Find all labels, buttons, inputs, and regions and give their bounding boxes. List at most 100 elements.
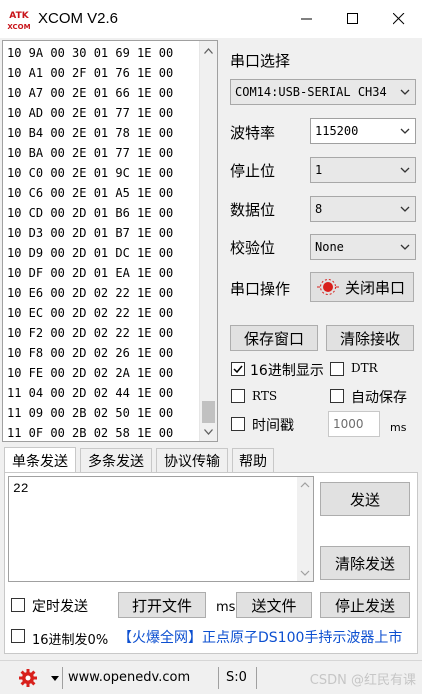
- stopbits-label: 停止位: [230, 162, 276, 180]
- receive-text: 10 9A 00 30 01 69 1E 00 10 A1 00 2F 01 76…: [7, 43, 174, 441]
- receive-line: 10 BA 00 2E 01 77 1E 00: [7, 146, 174, 160]
- baud-select[interactable]: 115200: [310, 118, 416, 144]
- status-separator: [256, 667, 257, 689]
- ad-link[interactable]: 【火爆全网】正点原子DS100手持示波器上市: [118, 627, 402, 647]
- receive-line: 10 A7 00 2E 01 66 1E 00: [7, 86, 174, 100]
- tab-single-send[interactable]: 单条发送: [4, 447, 76, 473]
- send-button[interactable]: 发送: [320, 482, 410, 516]
- port-op-label: 串口操作: [230, 280, 291, 298]
- receive-line: 10 F8 00 2D 02 26 1E 00: [7, 346, 174, 360]
- rts-checkbox[interactable]: [231, 389, 245, 403]
- dtr-checkbox[interactable]: [330, 362, 344, 376]
- send-file-button[interactable]: 送文件: [236, 592, 312, 618]
- stopbits-value: 1: [315, 163, 323, 177]
- status-separator: [218, 667, 219, 689]
- website-url[interactable]: www.openedv.com: [68, 670, 190, 685]
- close-window-button[interactable]: [376, 0, 422, 38]
- maximize-button[interactable]: [330, 0, 376, 38]
- databits-label: 数据位: [230, 201, 276, 219]
- receive-line: 10 EC 00 2D 02 22 1E 00: [7, 306, 174, 320]
- chevron-down-icon: [400, 89, 410, 95]
- maximize-icon: [347, 13, 358, 24]
- timestamp-interval-input[interactable]: 1000: [328, 411, 380, 437]
- receive-line: 10 DF 00 2D 01 EA 1E 00: [7, 266, 174, 280]
- chevron-down-icon: [400, 244, 410, 250]
- parity-select[interactable]: None: [310, 234, 416, 260]
- auto-save-checkbox[interactable]: [330, 389, 344, 403]
- stopbits-select[interactable]: 1: [310, 157, 416, 183]
- tab-protocol[interactable]: 协议传输: [156, 448, 228, 472]
- close-port-button[interactable]: 关闭串口: [310, 272, 414, 302]
- timestamp-label: 时间戳: [252, 418, 294, 434]
- hex-display-label: 16进制显示: [250, 363, 324, 379]
- hex-send-checkbox[interactable]: [11, 629, 25, 643]
- watermark: CSDN @红民有课: [309, 673, 416, 688]
- chevron-down-icon: [400, 167, 410, 173]
- timed-send-checkbox[interactable]: [11, 598, 25, 612]
- app-logo-icon: ATK XCOM: [6, 7, 32, 33]
- parity-value: None: [315, 240, 344, 254]
- settings-gear-icon[interactable]: [18, 668, 38, 688]
- scroll-up-icon[interactable]: [200, 42, 217, 59]
- open-file-button[interactable]: 打开文件: [118, 592, 206, 618]
- port-label: 串口选择: [230, 52, 291, 70]
- timed-send-ms-unit: ms: [216, 600, 236, 615]
- baud-value: 115200: [315, 124, 359, 138]
- svg-text:ATK: ATK: [9, 11, 29, 21]
- scroll-down-icon[interactable]: [200, 423, 217, 440]
- receive-line: 10 B4 00 2E 01 78 1E 00: [7, 126, 174, 140]
- receive-area[interactable]: 10 9A 00 30 01 69 1E 00 10 A1 00 2F 01 76…: [2, 40, 218, 442]
- title-bar: ATK XCOM XCOM V2.6: [0, 0, 422, 38]
- close-icon: [393, 13, 405, 25]
- chevron-down-icon: [400, 206, 410, 212]
- receive-line: 10 A1 00 2F 01 76 1E 00: [7, 66, 174, 80]
- rts-label: RTS: [252, 389, 278, 403]
- databits-select[interactable]: 8: [310, 196, 416, 222]
- scroll-down-icon[interactable]: [297, 567, 313, 579]
- receive-line: 11 09 00 2B 02 50 1E 00: [7, 406, 174, 420]
- receive-line: 10 E6 00 2D 02 22 1E 00: [7, 286, 174, 300]
- send-count: S:0: [226, 670, 247, 685]
- receive-line: 11 04 00 2D 02 44 1E 00: [7, 386, 174, 400]
- port-select[interactable]: COM14:USB-SERIAL CH34: [230, 79, 416, 105]
- send-scrollbar[interactable]: [297, 477, 313, 581]
- minimize-icon: [301, 18, 312, 20]
- receive-line: 10 CD 00 2D 01 B6 1E 00: [7, 206, 174, 220]
- stop-send-button[interactable]: 停止发送: [320, 592, 410, 618]
- receive-line: 10 FE 00 2D 02 2A 1E 00: [7, 366, 174, 380]
- tab-multi-send[interactable]: 多条发送: [80, 448, 152, 472]
- scroll-up-icon[interactable]: [297, 479, 313, 491]
- status-bar: www.openedv.com S:0 CSDN @红民有课: [0, 660, 422, 694]
- close-port-label: 关闭串口: [345, 278, 406, 297]
- timestamp-checkbox[interactable]: [231, 417, 245, 431]
- check-icon: [233, 365, 243, 374]
- clear-receive-button[interactable]: 清除接收: [326, 325, 414, 351]
- parity-label: 校验位: [230, 239, 276, 257]
- save-window-button[interactable]: 保存窗口: [230, 325, 318, 351]
- window-title: XCOM V2.6: [38, 10, 119, 27]
- clear-send-button[interactable]: 清除发送: [320, 546, 410, 580]
- dropdown-arrow-icon[interactable]: [51, 676, 59, 682]
- tab-help[interactable]: 帮助: [232, 448, 274, 472]
- send-input[interactable]: 22: [8, 476, 314, 582]
- timed-send-label: 定时发送: [32, 599, 88, 615]
- databits-value: 8: [315, 202, 323, 216]
- receive-scrollbar[interactable]: [199, 41, 217, 441]
- hex-display-checkbox[interactable]: [231, 362, 245, 376]
- receive-line: 10 D3 00 2D 01 B7 1E 00: [7, 226, 174, 240]
- hex-send-label: 16进制发0%: [32, 633, 109, 648]
- send-text: 22: [13, 481, 29, 496]
- receive-line: 10 F2 00 2D 02 22 1E 00: [7, 326, 174, 340]
- receive-line: 10 D9 00 2D 01 DC 1E 00: [7, 246, 174, 260]
- auto-save-label: 自动保存: [351, 390, 407, 406]
- port-status-icon: [317, 279, 339, 295]
- timestamp-ms-unit: ms: [390, 421, 407, 434]
- svg-text:XCOM: XCOM: [7, 23, 30, 31]
- minimize-button[interactable]: [284, 0, 330, 38]
- receive-line: 11 0F 00 2B 02 58 1E 00: [7, 426, 174, 440]
- receive-line: 10 9A 00 30 01 69 1E 00: [7, 46, 174, 60]
- scroll-thumb[interactable]: [202, 401, 215, 423]
- status-separator: [62, 667, 63, 689]
- port-value: COM14:USB-SERIAL CH34: [235, 85, 387, 99]
- receive-line: 10 C0 00 2E 01 9C 1E 00: [7, 166, 174, 180]
